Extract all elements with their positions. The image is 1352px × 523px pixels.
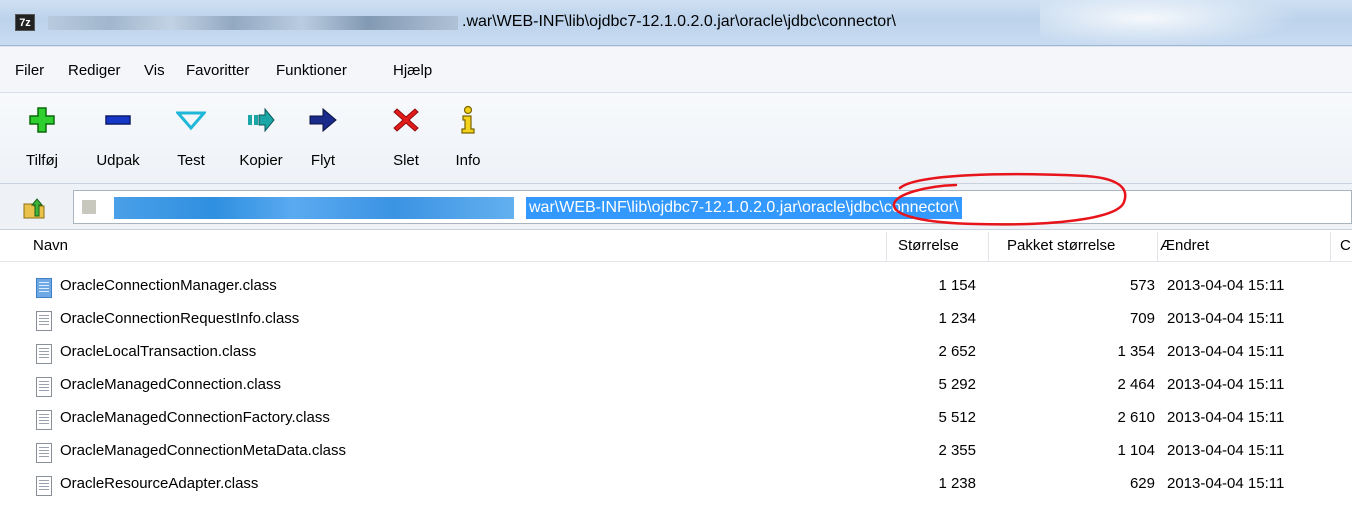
file-modified: 2013-04-04 15:11 bbox=[1167, 310, 1285, 327]
file-size: 1 238 bbox=[938, 475, 976, 492]
extract-button[interactable]: Udpak bbox=[90, 105, 146, 175]
column-name[interactable]: Navn bbox=[33, 237, 68, 254]
file-name: OracleConnectionRequestInfo.class bbox=[60, 310, 300, 327]
folder-up-icon[interactable] bbox=[22, 196, 48, 220]
path-input[interactable]: war\WEB-INF\lib\ojdbc7-12.1.0.2.0.jar\or… bbox=[73, 190, 1352, 224]
file-row[interactable]: OracleLocalTransaction.class 2 652 1 354… bbox=[0, 338, 1352, 371]
class-file-icon bbox=[36, 377, 52, 397]
window-title: .war\WEB-INF\lib\ojdbc7-12.1.0.2.0.jar\o… bbox=[462, 13, 896, 30]
delete-label: Slet bbox=[393, 152, 419, 169]
column-modified[interactable]: Ændret bbox=[1160, 237, 1209, 254]
file-name: OracleManagedConnectionFactory.class bbox=[60, 409, 330, 426]
copy-label: Kopier bbox=[239, 152, 283, 169]
class-file-icon bbox=[36, 476, 52, 496]
menu-view[interactable]: Vis bbox=[144, 62, 165, 79]
file-packed-size: 2 610 bbox=[1117, 409, 1155, 426]
info-button[interactable]: Info bbox=[448, 105, 488, 175]
column-separator[interactable] bbox=[1157, 232, 1158, 262]
menu-help[interactable]: Hjælp bbox=[393, 62, 432, 79]
file-packed-size: 2 464 bbox=[1117, 376, 1155, 393]
file-size: 1 154 bbox=[938, 277, 976, 294]
test-label: Test bbox=[177, 152, 205, 169]
move-button[interactable]: Flyt bbox=[303, 105, 343, 175]
file-row[interactable]: OracleResourceAdapter.class 1 238 629 20… bbox=[0, 470, 1352, 503]
file-packed-size: 1 104 bbox=[1117, 442, 1155, 459]
move-icon bbox=[309, 107, 337, 133]
file-size: 2 355 bbox=[938, 442, 976, 459]
menu-edit[interactable]: Rediger bbox=[68, 62, 121, 79]
column-size[interactable]: Størrelse bbox=[898, 237, 959, 254]
copy-button[interactable]: Kopier bbox=[232, 105, 290, 175]
file-modified: 2013-04-04 15:11 bbox=[1167, 376, 1285, 393]
file-packed-size: 1 354 bbox=[1117, 343, 1155, 360]
add-button[interactable]: Tilføj bbox=[22, 105, 62, 175]
class-file-icon bbox=[36, 278, 52, 298]
copy-icon bbox=[248, 107, 275, 133]
class-file-icon bbox=[36, 344, 52, 364]
file-size: 5 292 bbox=[938, 376, 976, 393]
file-name: OracleManagedConnectionMetaData.class bbox=[60, 442, 346, 459]
delete-button[interactable]: Slet bbox=[386, 105, 426, 175]
column-separator[interactable] bbox=[988, 232, 989, 262]
file-modified: 2013-04-04 15:11 bbox=[1167, 475, 1285, 492]
class-file-icon bbox=[36, 311, 52, 331]
file-size: 2 652 bbox=[938, 343, 976, 360]
info-label: Info bbox=[455, 152, 481, 169]
file-modified: 2013-04-04 15:11 bbox=[1167, 442, 1285, 459]
path-redacted-segment bbox=[114, 197, 514, 219]
file-size: 1 234 bbox=[938, 310, 976, 327]
file-modified: 2013-04-04 15:11 bbox=[1167, 277, 1285, 294]
file-row[interactable]: OracleManagedConnectionFactory.class 5 5… bbox=[0, 404, 1352, 437]
test-icon bbox=[176, 111, 206, 131]
path-archive-icon bbox=[82, 200, 96, 214]
file-row[interactable]: OracleConnectionRequestInfo.class 1 234 … bbox=[0, 305, 1352, 338]
file-name: OracleLocalTransaction.class bbox=[60, 343, 257, 360]
extract-icon bbox=[105, 115, 131, 125]
column-packed-size[interactable]: Pakket størrelse bbox=[1007, 237, 1115, 254]
file-modified: 2013-04-04 15:11 bbox=[1167, 343, 1285, 360]
add-icon bbox=[29, 107, 55, 133]
address-bar: war\WEB-INF\lib\ojdbc7-12.1.0.2.0.jar\or… bbox=[0, 184, 1352, 230]
file-packed-size: 573 bbox=[1129, 277, 1155, 294]
file-list-header: Navn Størrelse Pakket størrelse Ændret C bbox=[0, 232, 1352, 262]
file-row[interactable]: OracleManagedConnectionMetaData.class 2 … bbox=[0, 437, 1352, 470]
extract-label: Udpak bbox=[96, 152, 140, 169]
file-name: OracleResourceAdapter.class bbox=[60, 475, 259, 492]
test-button[interactable]: Test bbox=[170, 105, 212, 175]
add-label: Tilføj bbox=[26, 152, 58, 169]
menu-file[interactable]: Filer bbox=[15, 62, 44, 79]
column-separator[interactable] bbox=[886, 232, 887, 262]
file-packed-size: 629 bbox=[1129, 475, 1155, 492]
column-next[interactable]: C bbox=[1340, 237, 1351, 254]
menu-tools[interactable]: Funktioner bbox=[276, 62, 347, 79]
title-redacted-path bbox=[48, 16, 458, 30]
title-bar: 7z .war\WEB-INF\lib\ojdbc7-12.1.0.2.0.ja… bbox=[0, 0, 1352, 46]
delete-icon bbox=[393, 108, 419, 132]
file-row[interactable]: OracleManagedConnection.class 5 292 2 46… bbox=[0, 371, 1352, 404]
info-icon bbox=[461, 105, 475, 134]
file-name: OracleManagedConnection.class bbox=[60, 376, 281, 393]
column-separator[interactable] bbox=[1330, 232, 1331, 262]
menu-bar: Filer Rediger Vis Favoritter Funktioner … bbox=[0, 62, 1352, 92]
file-modified: 2013-04-04 15:11 bbox=[1167, 409, 1285, 426]
file-name: OracleConnectionManager.class bbox=[60, 277, 277, 294]
menu-favorites[interactable]: Favoritter bbox=[186, 62, 249, 79]
class-file-icon bbox=[36, 443, 52, 463]
app-logo-icon: 7z bbox=[15, 14, 35, 31]
move-label: Flyt bbox=[310, 152, 336, 169]
file-size: 5 512 bbox=[938, 409, 976, 426]
file-packed-size: 709 bbox=[1129, 310, 1155, 327]
toolbar: Tilføj Udpak Test Kopier Flyt Slet Info bbox=[0, 92, 1352, 184]
class-file-icon bbox=[36, 410, 52, 430]
red-annotation-circle bbox=[892, 172, 1127, 226]
file-row[interactable]: OracleConnectionManager.class 1 154 573 … bbox=[0, 272, 1352, 305]
